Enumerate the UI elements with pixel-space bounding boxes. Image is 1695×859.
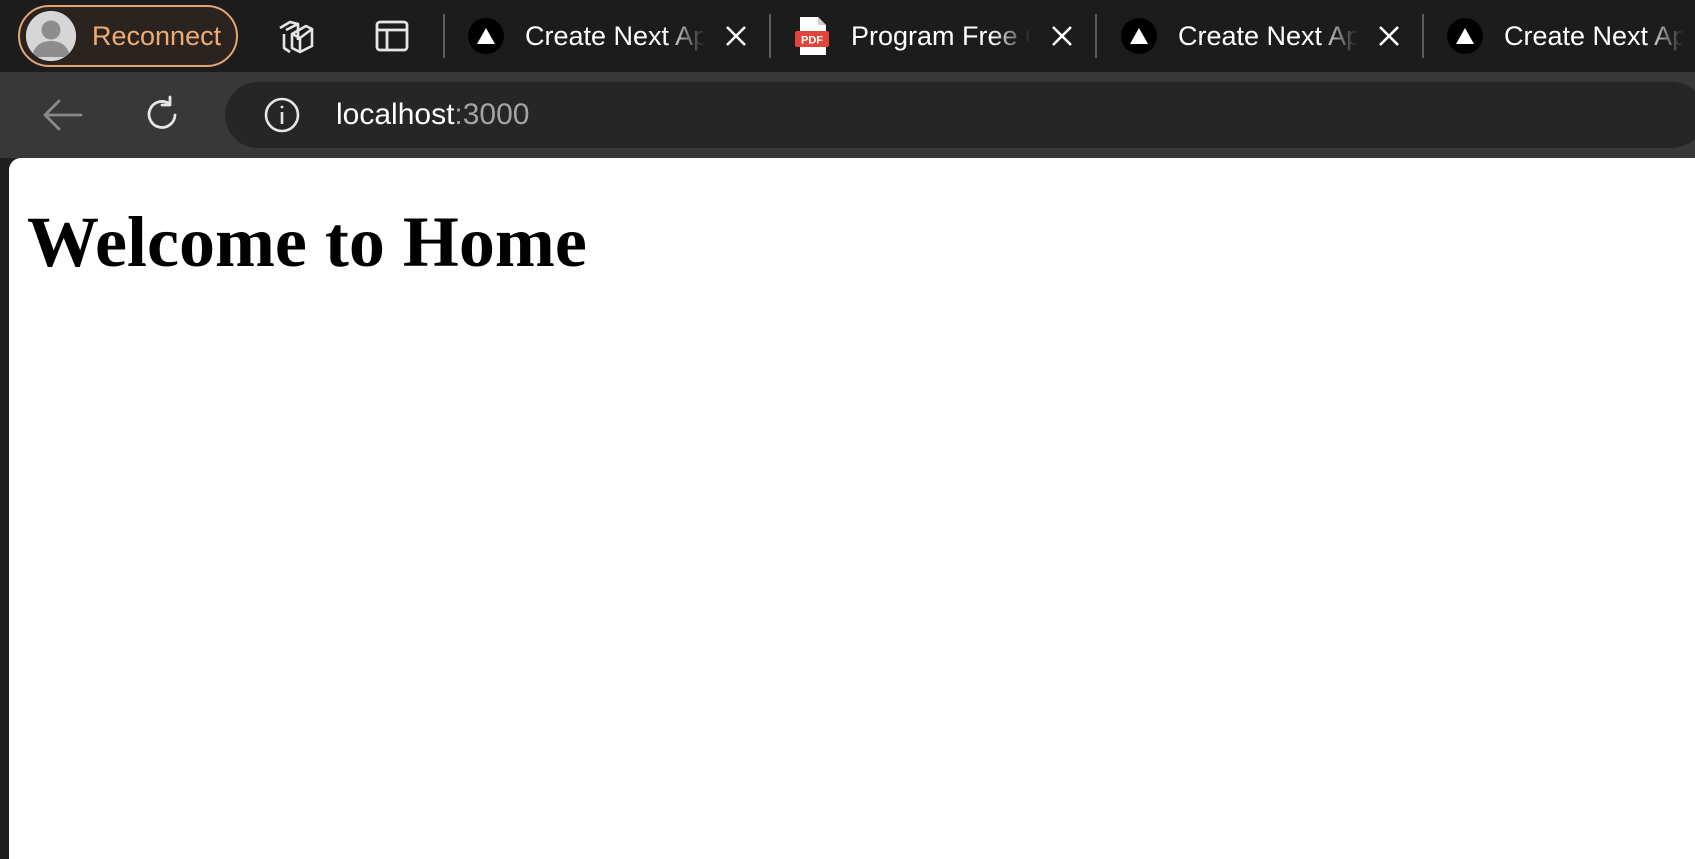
back-button[interactable] [38,90,88,140]
close-icon[interactable] [722,22,750,50]
tab-title: Create Next App [1178,21,1358,51]
reload-button[interactable] [137,90,187,140]
tab-create-next-app-3[interactable]: Create Next App [1447,6,1695,66]
site-info-icon[interactable] [263,96,301,134]
pdf-badge-text: PDF [801,35,823,47]
close-icon[interactable] [1048,22,1076,50]
profile-label: Reconnect [92,21,222,51]
tab-separator [769,14,771,58]
address-bar[interactable]: localhost:3000 [225,82,1695,148]
tab-separator [1095,14,1097,58]
tab-strip: Reconnect Create Next App PDF Program Fr… [0,0,1695,72]
url-port: :3000 [454,98,530,131]
tab-program-free-guide[interactable]: PDF Program Free Guide [794,6,1084,66]
vertical-tabs-icon[interactable] [368,12,416,60]
close-icon[interactable] [1375,22,1403,50]
tab-title: Program Free Guide [851,21,1031,51]
url-text: localhost:3000 [336,82,529,148]
nextjs-triangle-icon [1447,18,1483,54]
pdf-icon: PDF [794,16,830,56]
tab-title: Create Next App [525,21,705,51]
tab-separator [1422,14,1424,58]
tab-create-next-app-1[interactable]: Create Next App [468,6,758,66]
tab-separator [443,14,445,58]
nextjs-triangle-icon [1121,18,1157,54]
url-host: localhost [336,98,455,131]
page-viewport: Welcome to Home [9,158,1695,859]
page-title: Welcome to Home [27,202,587,282]
profile-reconnect-button[interactable]: Reconnect [18,5,238,67]
browser-toolbar: localhost:3000 [0,72,1695,158]
avatar-icon [26,11,76,61]
nextjs-triangle-icon [468,18,504,54]
workspaces-icon[interactable] [273,12,321,60]
arrow-left-icon [43,99,83,131]
tab-create-next-app-2[interactable]: Create Next App [1121,6,1411,66]
tab-title: Create Next App [1504,21,1684,51]
refresh-icon [147,95,177,129]
